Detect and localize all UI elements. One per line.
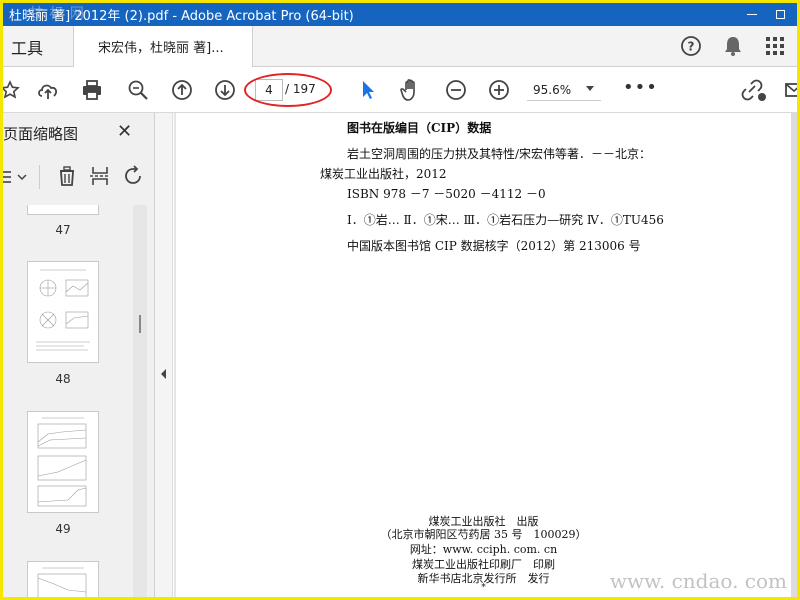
print-icon[interactable] (79, 77, 105, 103)
collapse-arrow-icon[interactable] (161, 369, 166, 379)
document-scrollbar[interactable] (791, 113, 797, 597)
page-thumbnail-47[interactable] (27, 205, 99, 215)
minimize-button[interactable] (741, 5, 763, 23)
page-thumbnail-49[interactable] (27, 411, 99, 513)
thumbnail-preview (37, 567, 87, 597)
watermark-bottom: www. cndao. com (609, 569, 787, 593)
window-title: 杜晓丽 著] 2012年 (2).pdf - Adobe Acrobat Pro… (9, 9, 354, 24)
trash-icon[interactable] (57, 165, 77, 191)
upload-cloud-icon[interactable] (35, 77, 61, 103)
thumbnail-scrollbar[interactable] (133, 205, 147, 597)
cip-line: Ⅰ．①岩… Ⅱ．①宋… Ⅲ．①岩石压力—研究 Ⅳ．①TU456 (347, 213, 664, 227)
star-icon[interactable] (3, 77, 23, 103)
pane-collapse-strip[interactable] (155, 113, 173, 597)
maximize-icon (775, 9, 785, 19)
apps-grid-icon[interactable] (763, 34, 787, 58)
thumbnail-preview (36, 269, 90, 351)
svg-text:?: ? (688, 40, 695, 54)
chevron-down-icon[interactable] (586, 86, 594, 91)
next-page-icon[interactable] (212, 77, 238, 103)
select-cursor-icon[interactable] (355, 77, 381, 103)
tab-tools[interactable]: 工具 (3, 26, 73, 67)
link-share-icon[interactable] (741, 77, 767, 103)
publisher-line: （北京市朝阳区芍药居 35 号 100029） (380, 528, 587, 541)
page-thumbnail-48[interactable] (27, 261, 99, 363)
zoom-in-icon[interactable] (486, 77, 512, 103)
options-menu-icon[interactable] (3, 167, 31, 191)
close-icon[interactable]: ✕ (117, 121, 132, 142)
rotate-icon[interactable] (123, 165, 145, 191)
thumbnail-label: 49 (55, 522, 71, 536)
cip-line: 中国版本图书馆 CIP 数据核字（2012）第 213006 号 (347, 239, 641, 253)
document-view[interactable]: 图书在版编目（CIP）数据 岩土空洞周围的压力拱及其特性/宋宏伟等著．－－北京：… (174, 113, 797, 597)
cip-line: 岩土空洞周围的压力拱及其特性/宋宏伟等著．－－北京： (347, 147, 652, 161)
thumbnail-label: 48 (55, 372, 71, 386)
more-tools-button[interactable]: ••• (623, 79, 658, 97)
minimize-icon (747, 13, 757, 15)
thumbnails-pane: 页面缩略图 ✕ 47 48 49 (3, 113, 155, 597)
cip-title: 图书在版编目（CIP）数据 (347, 121, 492, 135)
zoom-search-icon[interactable] (125, 77, 151, 103)
app-window: 杜晓丽 著] 2012年 (2).pdf - Adobe Acrobat Pro… (3, 3, 797, 597)
zoom-value: 95.6% (533, 82, 572, 97)
thumbnail-label: 47 (55, 223, 71, 237)
document-tab-label: 宋宏伟，杜晓丽 著]... (98, 41, 224, 56)
tab-document[interactable]: 宋宏伟，杜晓丽 著]... (73, 26, 253, 67)
publisher-line: 网址：www. cciph. com. cn (409, 543, 558, 556)
thumbnail-preview (37, 417, 87, 507)
cip-line: ISBN 978 －7 －5020 －4112 －0 (347, 187, 546, 201)
pdf-page: 图书在版编目（CIP）数据 岩土空洞周围的压力拱及其特性/宋宏伟等著．－－北京：… (176, 113, 791, 597)
hand-tool-icon[interactable] (398, 77, 424, 103)
maximize-button[interactable] (769, 5, 791, 23)
pane-title: 页面缩略图 (3, 125, 79, 143)
thumbnail-toolbar (3, 161, 153, 191)
cip-line: 煤炭工业出版社，2012 (320, 167, 447, 181)
tab-bar: 工具 宋宏伟，杜晓丽 著]... ? (3, 26, 797, 67)
help-icon[interactable]: ? (679, 34, 703, 58)
toolbar-divider (39, 165, 40, 189)
extract-pages-icon[interactable] (89, 165, 111, 191)
email-icon[interactable] (781, 77, 797, 103)
bell-icon[interactable] (721, 34, 745, 58)
zoom-out-icon[interactable] (443, 77, 469, 103)
title-bar: 杜晓丽 著] 2012年 (2).pdf - Adobe Acrobat Pro… (3, 3, 797, 26)
page-thumbnail-next[interactable] (27, 561, 99, 597)
scroll-grip[interactable] (139, 315, 141, 333)
highlight-oval (244, 73, 332, 107)
main-toolbar: 4 / 197 95.6% ••• (3, 67, 797, 113)
previous-page-icon[interactable] (169, 77, 195, 103)
